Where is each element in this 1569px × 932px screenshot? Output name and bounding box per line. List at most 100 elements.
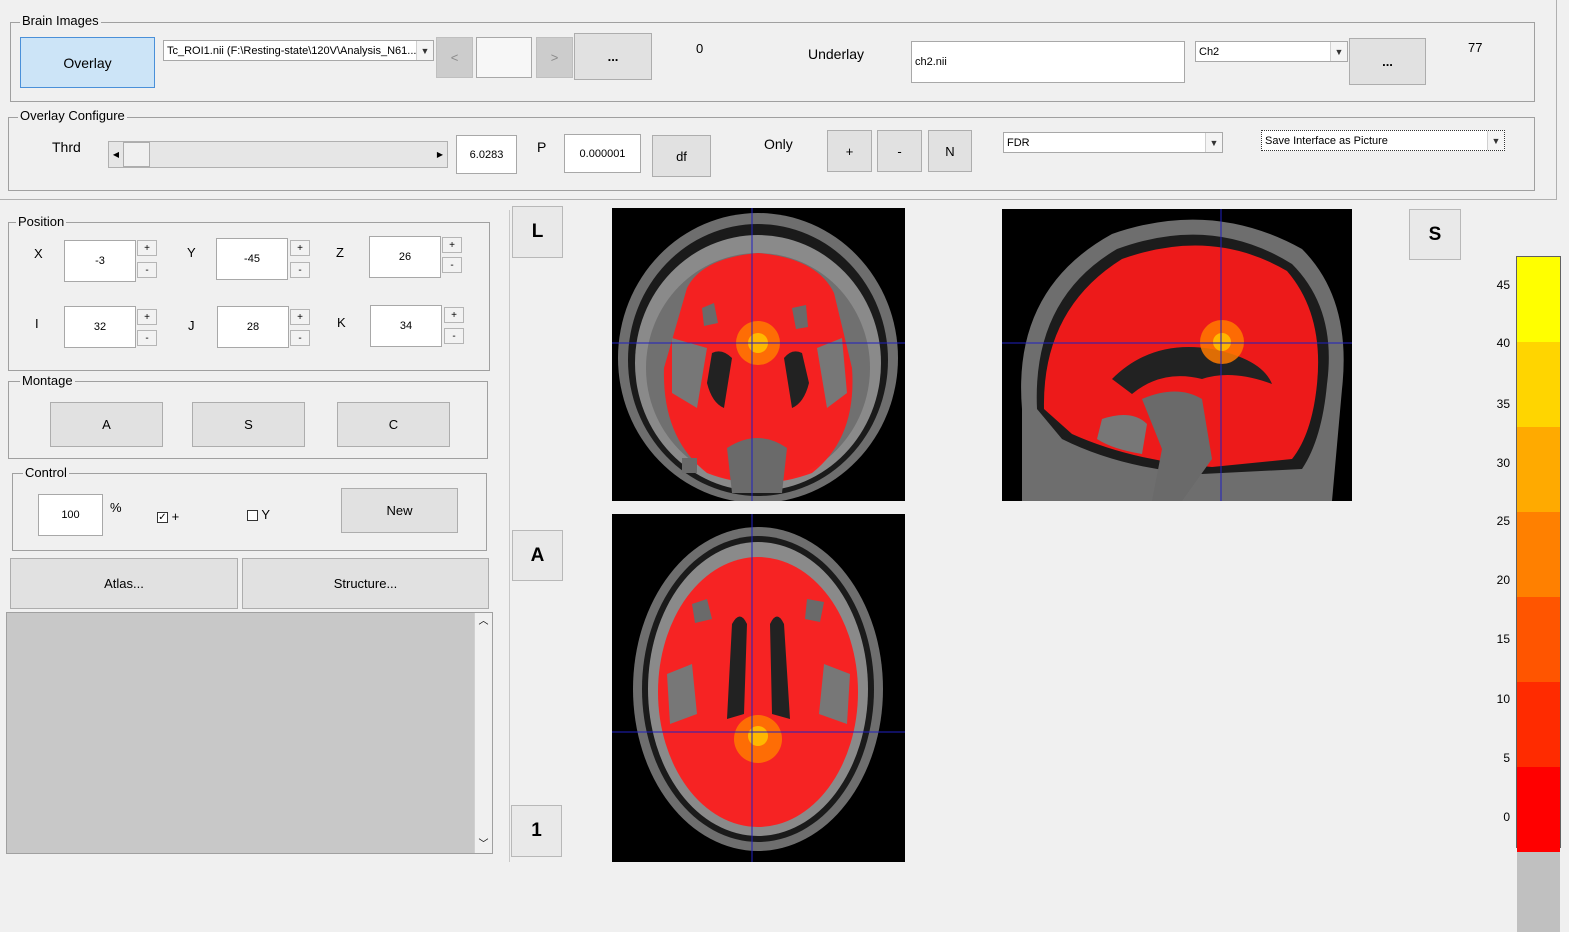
y-decrement-button[interactable]: - [290,262,310,278]
colorbar-tick: 0 [1503,810,1510,824]
colorbar-tick: 45 [1496,278,1510,292]
structure-button[interactable]: Structure... [242,558,489,609]
colorbar-tick: 20 [1496,573,1510,587]
scroll-up-icon[interactable]: ︿ [475,613,492,630]
slider-left-arrow-icon[interactable]: ◀ [109,142,123,167]
colorbar-band-7 [1517,767,1560,852]
threshold-slider[interactable]: ◀ ▶ [108,141,448,168]
montage-a-button[interactable]: A [50,402,163,447]
k-field[interactable]: 34 [370,305,442,347]
i-field[interactable]: 32 [64,306,136,348]
k-decrement-button[interactable]: - [444,328,464,344]
x-increment-button[interactable]: + [137,240,157,256]
z-field[interactable]: 26 [369,236,441,278]
p-label: P [537,139,547,155]
atlas-button[interactable]: Atlas... [10,558,238,609]
colorbar-tick: 10 [1496,692,1510,706]
j-increment-button[interactable]: + [290,309,310,325]
i-decrement-button[interactable]: - [137,330,157,346]
view-l-button[interactable]: L [512,206,563,258]
listbox-scrollbar[interactable]: ︿ ﹀ [474,613,492,853]
montage-c-button[interactable]: C [337,402,450,447]
colorbar-tick: 35 [1496,397,1510,411]
y-label: Y [187,245,196,260]
top-panel-right-border [1556,0,1557,200]
crosshair-checkbox-label: + [171,509,180,524]
colorbar-band-8 [1517,852,1560,932]
overlay-file-select[interactable]: Tc_ROI1.nii (F:\Resting-state\120V\Analy… [163,40,434,61]
underlay-file-field[interactable]: ch2.nii [911,41,1185,83]
colorbar-tick: 15 [1496,632,1510,646]
x-label: X [34,246,43,261]
df-button[interactable]: df [652,135,711,177]
crosshair-checkbox[interactable]: ✓ + [157,509,179,524]
browse-underlay-button[interactable]: ... [1349,38,1426,85]
underlay-template-select[interactable]: Ch2 ▼ [1195,41,1348,62]
overlay-config-title: Overlay Configure [18,108,127,123]
only-plus-button[interactable]: + [827,130,872,172]
y-checkbox[interactable]: Y [247,507,270,522]
correction-select[interactable]: FDR ▼ [1003,132,1223,153]
correction-value: FDR [1007,136,1030,149]
next-overlay-button[interactable]: > [536,37,573,78]
brain-images-group [10,22,1535,102]
colorbar-band-1 [1517,257,1560,342]
checkbox-checked-icon: ✓ [157,512,168,524]
i-increment-button[interactable]: + [137,309,157,325]
colorbar-tick: 5 [1503,751,1510,765]
overlay-button[interactable]: Overlay [20,37,155,88]
prev-overlay-button[interactable]: < [436,37,473,78]
x-field[interactable]: -3 [64,240,136,282]
overlay-index-field[interactable] [476,37,532,78]
montage-s-button[interactable]: S [192,402,305,447]
save-option-value: Save Interface as Picture [1265,134,1388,147]
colorbar-band-5 [1517,597,1560,682]
slider-thumb[interactable] [123,142,150,167]
scroll-down-icon[interactable]: ﹀ [475,836,492,853]
colorbar-tick: 25 [1496,514,1510,528]
only-minus-button[interactable]: - [877,130,922,172]
montage-title: Montage [20,373,75,388]
only-n-button[interactable]: N [928,130,972,172]
y-checkbox-label: Y [261,507,271,522]
coronal-view[interactable] [612,208,905,501]
colorbar-tick: 40 [1496,336,1510,350]
colorbar-band-6 [1517,682,1560,767]
brain-images-title: Brain Images [20,13,101,28]
z-increment-button[interactable]: + [442,237,462,253]
underlay-count: 77 [1468,40,1483,55]
info-listbox[interactable]: ︿ ﹀ [6,612,493,854]
thrd-value-field[interactable]: 6.0283 [456,135,517,174]
sagittal-slice-image [1002,209,1352,501]
new-button[interactable]: New [341,488,458,533]
z-decrement-button[interactable]: - [442,257,462,273]
chevron-down-icon: ▼ [1330,42,1347,61]
view-1-button[interactable]: 1 [511,805,562,857]
z-label: Z [336,245,344,260]
colorbar-tick: 30 [1496,456,1510,470]
axial-view[interactable] [612,514,905,862]
sagittal-view[interactable] [1002,209,1352,501]
slider-right-arrow-icon[interactable]: ▶ [433,142,447,167]
j-field[interactable]: 28 [217,306,289,348]
overlay-count: 0 [696,41,704,56]
j-decrement-button[interactable]: - [290,330,310,346]
save-option-select[interactable]: Save Interface as Picture ▼ [1261,130,1505,151]
coronal-slice-image [612,208,905,501]
colorbar-band-4 [1517,512,1560,597]
percent-sign: % [110,500,122,515]
percent-field[interactable]: 100 [38,494,103,536]
p-value-field[interactable]: 0.000001 [564,134,641,173]
view-a-button[interactable]: A [512,530,563,581]
view-s-button[interactable]: S [1409,209,1461,260]
chevron-down-icon: ▼ [416,41,433,60]
y-field[interactable]: -45 [216,238,288,280]
i-label: I [35,316,39,331]
browse-overlay-button[interactable]: ... [574,33,652,80]
j-label: J [188,318,195,333]
only-label: Only [764,136,793,152]
y-increment-button[interactable]: + [290,240,310,256]
k-increment-button[interactable]: + [444,307,464,323]
x-decrement-button[interactable]: - [137,262,157,278]
chevron-down-icon: ▼ [1487,131,1504,150]
